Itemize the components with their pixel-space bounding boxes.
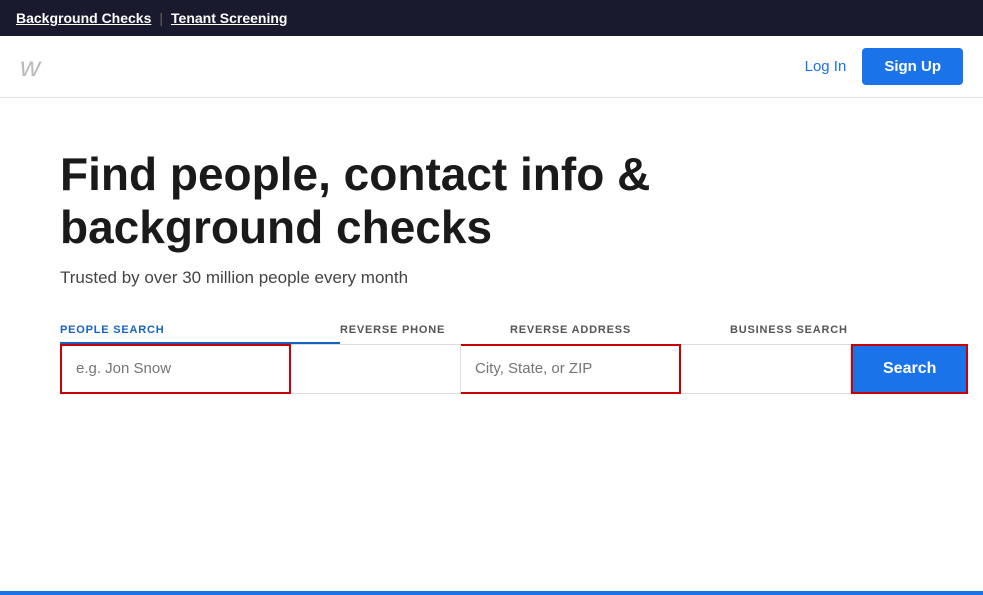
hero-subtitle: Trusted by over 30 million people every … bbox=[60, 268, 923, 288]
background-checks-link[interactable]: Background Checks bbox=[16, 10, 151, 26]
hero-title: Find people, contact info & background c… bbox=[60, 148, 660, 254]
site-logo: w bbox=[20, 51, 40, 83]
tenant-screening-link[interactable]: Tenant Screening bbox=[171, 10, 287, 26]
top-bar: Background Checks | Tenant Screening bbox=[0, 0, 983, 36]
name-input[interactable] bbox=[60, 344, 291, 394]
tab-people-search[interactable]: PEOPLE SEARCH bbox=[60, 324, 340, 344]
header-actions: Log In Sign Up bbox=[805, 48, 963, 85]
search-button[interactable]: Search bbox=[851, 344, 968, 394]
phone-input[interactable] bbox=[291, 344, 461, 394]
business-input[interactable] bbox=[681, 344, 851, 394]
tab-business-search[interactable]: BUSINESS SEARCH bbox=[730, 324, 900, 344]
tab-reverse-address[interactable]: REVERSE ADDRESS bbox=[510, 324, 730, 344]
search-container: PEOPLE SEARCH REVERSE PHONE REVERSE ADDR… bbox=[60, 324, 923, 394]
site-header: w Log In Sign Up bbox=[0, 36, 983, 98]
tab-reverse-phone[interactable]: REVERSE PHONE bbox=[340, 324, 510, 344]
signup-button[interactable]: Sign Up bbox=[862, 48, 963, 85]
nav-divider: | bbox=[159, 10, 163, 26]
search-inputs-row: Search bbox=[60, 344, 923, 394]
location-input[interactable] bbox=[461, 344, 681, 394]
bottom-progress-bar bbox=[0, 591, 983, 595]
search-tabs: PEOPLE SEARCH REVERSE PHONE REVERSE ADDR… bbox=[60, 324, 923, 344]
login-link[interactable]: Log In bbox=[805, 58, 847, 75]
hero-section: Find people, contact info & background c… bbox=[0, 98, 983, 434]
